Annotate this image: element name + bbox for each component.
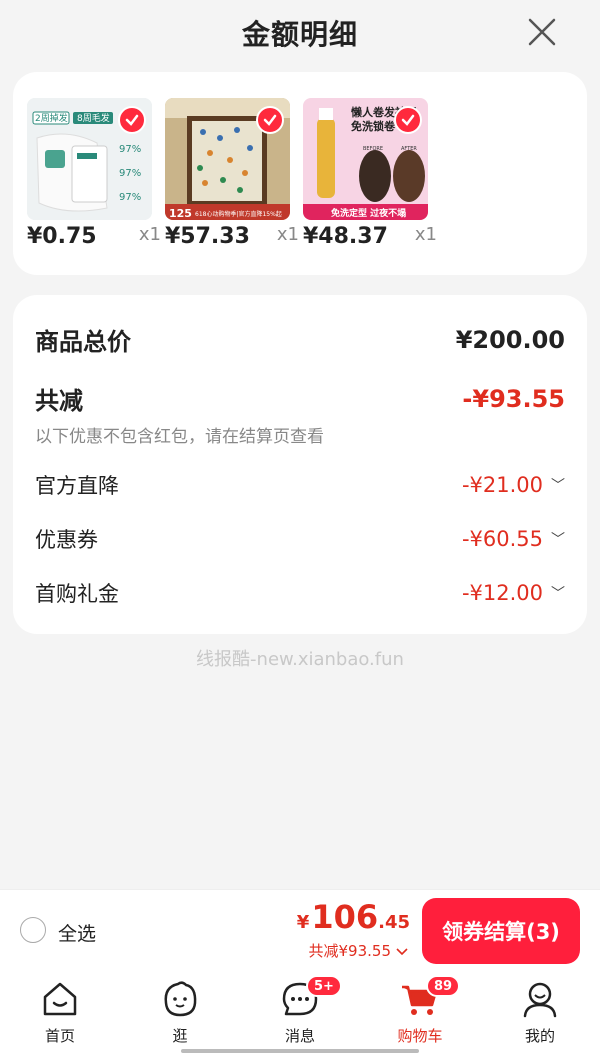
cart-icon: 89 — [400, 975, 461, 1019]
header: 金额明细 — [0, 0, 600, 66]
watermark: 线报酷-new.xianbao.fun — [196, 649, 404, 670]
face-icon — [160, 979, 200, 1019]
subtotal-label: 商品总价 — [35, 328, 131, 356]
discount-label: 优惠券 — [35, 528, 98, 552]
chevron-down-icon[interactable]: ﹀ — [551, 475, 565, 495]
product-card: 2周掉发 8周毛发 97% 97% 97% ¥0.75 x1 125 618心动… — [13, 72, 587, 275]
product-image: 懒人卷发神器 免洗锁卷 BEFORE AFTER 免洗定型 过夜不塌 — [303, 98, 428, 220]
home-icon — [40, 979, 80, 1019]
cart-badge: 89 — [426, 975, 461, 997]
total-price: ¥ 106 .45 — [296, 898, 410, 936]
svg-text:618心动购物季|官方直降15%起: 618心动购物季|官方直降15%起 — [195, 210, 282, 218]
reduced-amount-toggle[interactable]: 共减¥93.55 — [309, 940, 409, 961]
message-icon: 5+ — [280, 975, 342, 1019]
select-all-label[interactable]: 全选 — [58, 919, 96, 946]
discount-label: 官方直降 — [35, 474, 119, 498]
svg-text:BEFORE: BEFORE — [363, 146, 383, 152]
chevron-down-icon — [396, 942, 408, 960]
svg-text:2周掉发: 2周掉发 — [35, 112, 68, 124]
selected-check-icon[interactable] — [256, 106, 284, 134]
reduction-row: 共减 -¥93.55 — [35, 381, 565, 416]
product-qty: x1 — [414, 224, 437, 245]
svg-text:97%: 97% — [119, 144, 141, 155]
person-icon — [520, 979, 560, 1019]
price-summary-card: 商品总价 ¥200.00 共减 -¥93.55 以下优惠不包含红包，请在结算页查… — [13, 295, 587, 634]
svg-text:免洗锁卷: 免洗锁卷 — [351, 119, 396, 133]
tab-messages[interactable]: 5+ 消息 — [250, 975, 350, 1049]
discount-value: -¥21.00 — [461, 473, 543, 497]
checkout-bar: 全选 ¥ 106 .45 共减¥93.55 领券结算(3) — [0, 889, 600, 971]
checkout-button[interactable]: 领券结算(3) — [422, 898, 580, 964]
reduction-value: -¥93.55 — [462, 384, 565, 413]
svg-text:AFTER: AFTER — [401, 146, 417, 152]
product-price: ¥57.33 — [165, 224, 250, 249]
reduction-label: 共减 — [35, 387, 83, 415]
discount-row[interactable]: 优惠券 -¥60.55 ﹀ — [35, 524, 565, 554]
discount-value: -¥60.55 — [461, 527, 543, 551]
tab-profile[interactable]: 我的 — [490, 979, 590, 1049]
svg-text:97%: 97% — [119, 168, 141, 179]
page-title: 金额明细 — [241, 18, 358, 51]
tab-explore[interactable]: 逛 — [130, 979, 230, 1049]
svg-text:125: 125 — [169, 207, 192, 220]
product-image: 125 618心动购物季|官方直降15%起 — [165, 98, 290, 220]
svg-text:97%: 97% — [119, 192, 141, 203]
select-all-radio[interactable] — [20, 917, 46, 943]
tab-cart[interactable]: 89 购物车 — [370, 975, 470, 1049]
discount-note: 以下优惠不包含红包，请在结算页查看 — [35, 427, 324, 447]
discount-row[interactable]: 首购礼金 -¥12.00 ﹀ — [35, 578, 565, 608]
subtotal-value: ¥200.00 — [455, 325, 565, 354]
svg-text:8周毛发: 8周毛发 — [77, 112, 110, 124]
discount-value: -¥12.00 — [461, 581, 543, 605]
message-badge: 5+ — [306, 975, 342, 997]
discount-label: 首购礼金 — [35, 582, 119, 606]
product-item[interactable]: 2周掉发 8周毛发 97% 97% 97% ¥0.75 x1 — [27, 98, 161, 249]
bottom-tabbar: 首页 逛 5+ 消息 89 购物车 我的 — [0, 971, 600, 1055]
subtotal-row: 商品总价 ¥200.00 — [35, 322, 565, 357]
discount-row[interactable]: 官方直降 -¥21.00 ﹀ — [35, 470, 565, 500]
selected-check-icon[interactable] — [118, 106, 146, 134]
tab-home[interactable]: 首页 — [10, 979, 110, 1049]
chevron-down-icon[interactable]: ﹀ — [551, 529, 565, 549]
product-image: 2周掉发 8周毛发 97% 97% 97% — [27, 98, 152, 220]
product-price: ¥0.75 — [27, 224, 97, 249]
product-item[interactable]: 125 618心动购物季|官方直降15%起 ¥57.33 x1 — [165, 98, 299, 249]
close-icon[interactable] — [524, 14, 560, 50]
svg-text:免洗定型 过夜不塌: 免洗定型 过夜不塌 — [331, 207, 406, 219]
product-qty: x1 — [138, 224, 161, 245]
product-qty: x1 — [276, 224, 299, 245]
chevron-down-icon[interactable]: ﹀ — [551, 583, 565, 603]
selected-check-icon[interactable] — [394, 106, 422, 134]
product-item[interactable]: 懒人卷发神器 免洗锁卷 BEFORE AFTER 免洗定型 过夜不塌 ¥48.3… — [303, 98, 437, 249]
product-price: ¥48.37 — [303, 224, 388, 249]
home-indicator — [181, 1049, 419, 1053]
